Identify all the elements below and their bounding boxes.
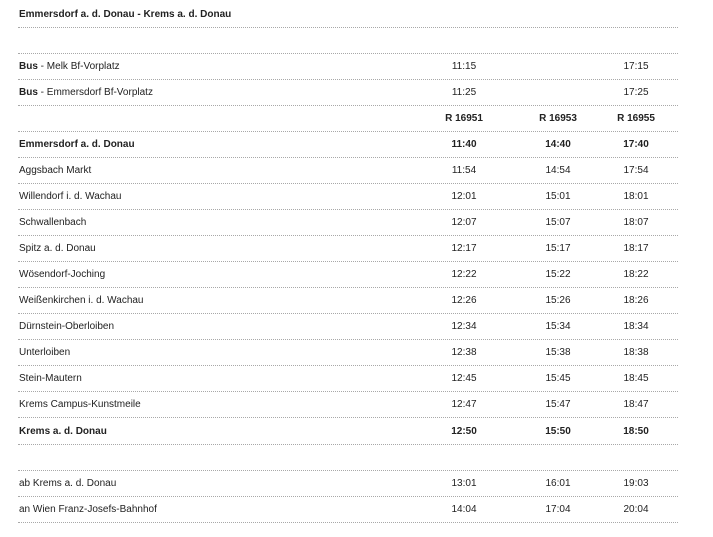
time-cell: 15:22 [545, 269, 571, 280]
stop-row: Krems a. d. Donau 12:50 15:50 18:50 [18, 419, 678, 445]
time-cell: 12:47 [451, 399, 477, 410]
connection-row: Bus - Emmersdorf Bf-Vorplatz 11:25 17:25 [18, 80, 678, 106]
stop-row: Emmersdorf a. d. Donau 11:40 14:40 17:40 [18, 132, 678, 158]
time-cell: 15:45 [545, 373, 571, 384]
time-cell: 18:50 [623, 426, 649, 437]
time-cell: 11:25 [451, 87, 477, 98]
stop-row: Unterloiben 12:38 15:38 18:38 [18, 340, 678, 366]
connection-label: Bus - Melk Bf-Vorplatz [19, 61, 120, 72]
stop-row: Aggsbach Markt 11:54 14:54 17:54 [18, 158, 678, 184]
title-row: Emmersdorf a. d. Donau - Krems a. d. Don… [18, 2, 678, 28]
spacer-row [18, 445, 678, 471]
time-cell: 18:26 [623, 295, 649, 306]
time-cell [522, 54, 594, 79]
time-cell: 17:25 [623, 87, 649, 98]
stop-name: Willendorf i. d. Wachau [19, 191, 122, 202]
stop-name: Aggsbach Markt [19, 165, 92, 176]
spacer-row [18, 28, 678, 54]
time-cell: 12:26 [451, 295, 477, 306]
onward-row: an Wien Franz-Josefs-Bahnhof 14:04 17:04… [18, 497, 678, 523]
time-cell: 14:40 [545, 139, 571, 150]
time-cell: 15:01 [545, 191, 571, 202]
time-cell: 13:01 [451, 478, 477, 489]
stop-row: Krems Campus-Kunstmeile 12:47 15:47 18:4… [18, 392, 678, 418]
time-cell: 12:07 [451, 217, 477, 228]
stop-row: Weißenkirchen i. d. Wachau 12:26 15:26 1… [18, 288, 678, 314]
stop-name: Spitz a. d. Donau [19, 243, 96, 254]
time-cell: 15:34 [545, 321, 571, 332]
time-cell: 12:01 [451, 191, 477, 202]
time-cell: 11:15 [451, 61, 477, 72]
time-cell: 14:04 [451, 504, 477, 515]
stop-name: Stein-Mautern [19, 373, 82, 384]
time-cell: 18:34 [623, 321, 649, 332]
stop-row: Willendorf i. d. Wachau 12:01 15:01 18:0… [18, 184, 678, 210]
time-cell: 12:38 [451, 347, 477, 358]
time-cell: 18:45 [623, 373, 649, 384]
stop-row: Wösendorf-Joching 12:22 15:22 18:22 [18, 262, 678, 288]
time-cell: 17:15 [623, 61, 649, 72]
timetable-title: Emmersdorf a. d. Donau - Krems a. d. Don… [19, 9, 232, 20]
time-cell: 15:50 [545, 426, 571, 437]
train-number: R 16953 [539, 113, 577, 124]
time-cell: 18:38 [623, 347, 649, 358]
time-cell: 20:04 [623, 504, 649, 515]
train-number: R 16951 [445, 113, 483, 124]
stop-name: Emmersdorf a. d. Donau [19, 139, 135, 150]
stop-row: Stein-Mautern 12:45 15:45 18:45 [18, 366, 678, 392]
time-cell: 15:17 [545, 243, 571, 254]
time-cell: 15:47 [545, 399, 571, 410]
time-cell: 11:54 [451, 165, 477, 176]
time-cell: 12:22 [451, 269, 477, 280]
time-cell: 16:01 [545, 478, 571, 489]
time-cell: 18:01 [623, 191, 649, 202]
time-cell [522, 80, 594, 105]
time-cell: 12:50 [451, 426, 477, 437]
time-cell: 15:26 [545, 295, 571, 306]
onward-label: an Wien Franz-Josefs-Bahnhof [19, 504, 157, 515]
stop-name: Wösendorf-Joching [19, 269, 106, 280]
stop-row: Spitz a. d. Donau 12:17 15:17 18:17 [18, 236, 678, 262]
time-cell: 18:17 [623, 243, 649, 254]
stop-name: Weißenkirchen i. d. Wachau [19, 295, 144, 306]
stop-name: Schwallenbach [19, 217, 87, 228]
time-cell: 18:47 [623, 399, 649, 410]
time-cell: 12:45 [451, 373, 477, 384]
timetable: Emmersdorf a. d. Donau - Krems a. d. Don… [0, 0, 713, 537]
time-cell: 18:22 [623, 269, 649, 280]
time-cell: 12:34 [451, 321, 477, 332]
stop-name: Krems Campus-Kunstmeile [19, 399, 141, 410]
time-cell: 12:17 [451, 243, 477, 254]
stop-name: Krems a. d. Donau [19, 426, 107, 437]
time-cell: 19:03 [623, 478, 649, 489]
stop-name: Unterloiben [19, 347, 71, 358]
train-header-row: R 16951 R 16953 R 16955 [18, 106, 678, 132]
time-cell: 17:04 [545, 504, 571, 515]
connection-label: Bus - Emmersdorf Bf-Vorplatz [19, 87, 153, 98]
time-cell: 15:38 [545, 347, 571, 358]
time-cell: 18:07 [623, 217, 649, 228]
onward-row: ab Krems a. d. Donau 13:01 16:01 19:03 [18, 471, 678, 497]
time-cell: 14:54 [545, 165, 571, 176]
stop-row: Schwallenbach 12:07 15:07 18:07 [18, 210, 678, 236]
onward-label: ab Krems a. d. Donau [19, 478, 117, 489]
time-cell: 15:07 [545, 217, 571, 228]
stop-row: Dürnstein-Oberloiben 12:34 15:34 18:34 [18, 314, 678, 340]
connection-row: Bus - Melk Bf-Vorplatz 11:15 17:15 [18, 54, 678, 80]
time-cell: 17:40 [623, 139, 649, 150]
stop-name: Dürnstein-Oberloiben [19, 321, 115, 332]
time-cell: 11:40 [451, 139, 477, 150]
time-cell: 17:54 [623, 165, 649, 176]
train-number: R 16955 [617, 113, 655, 124]
